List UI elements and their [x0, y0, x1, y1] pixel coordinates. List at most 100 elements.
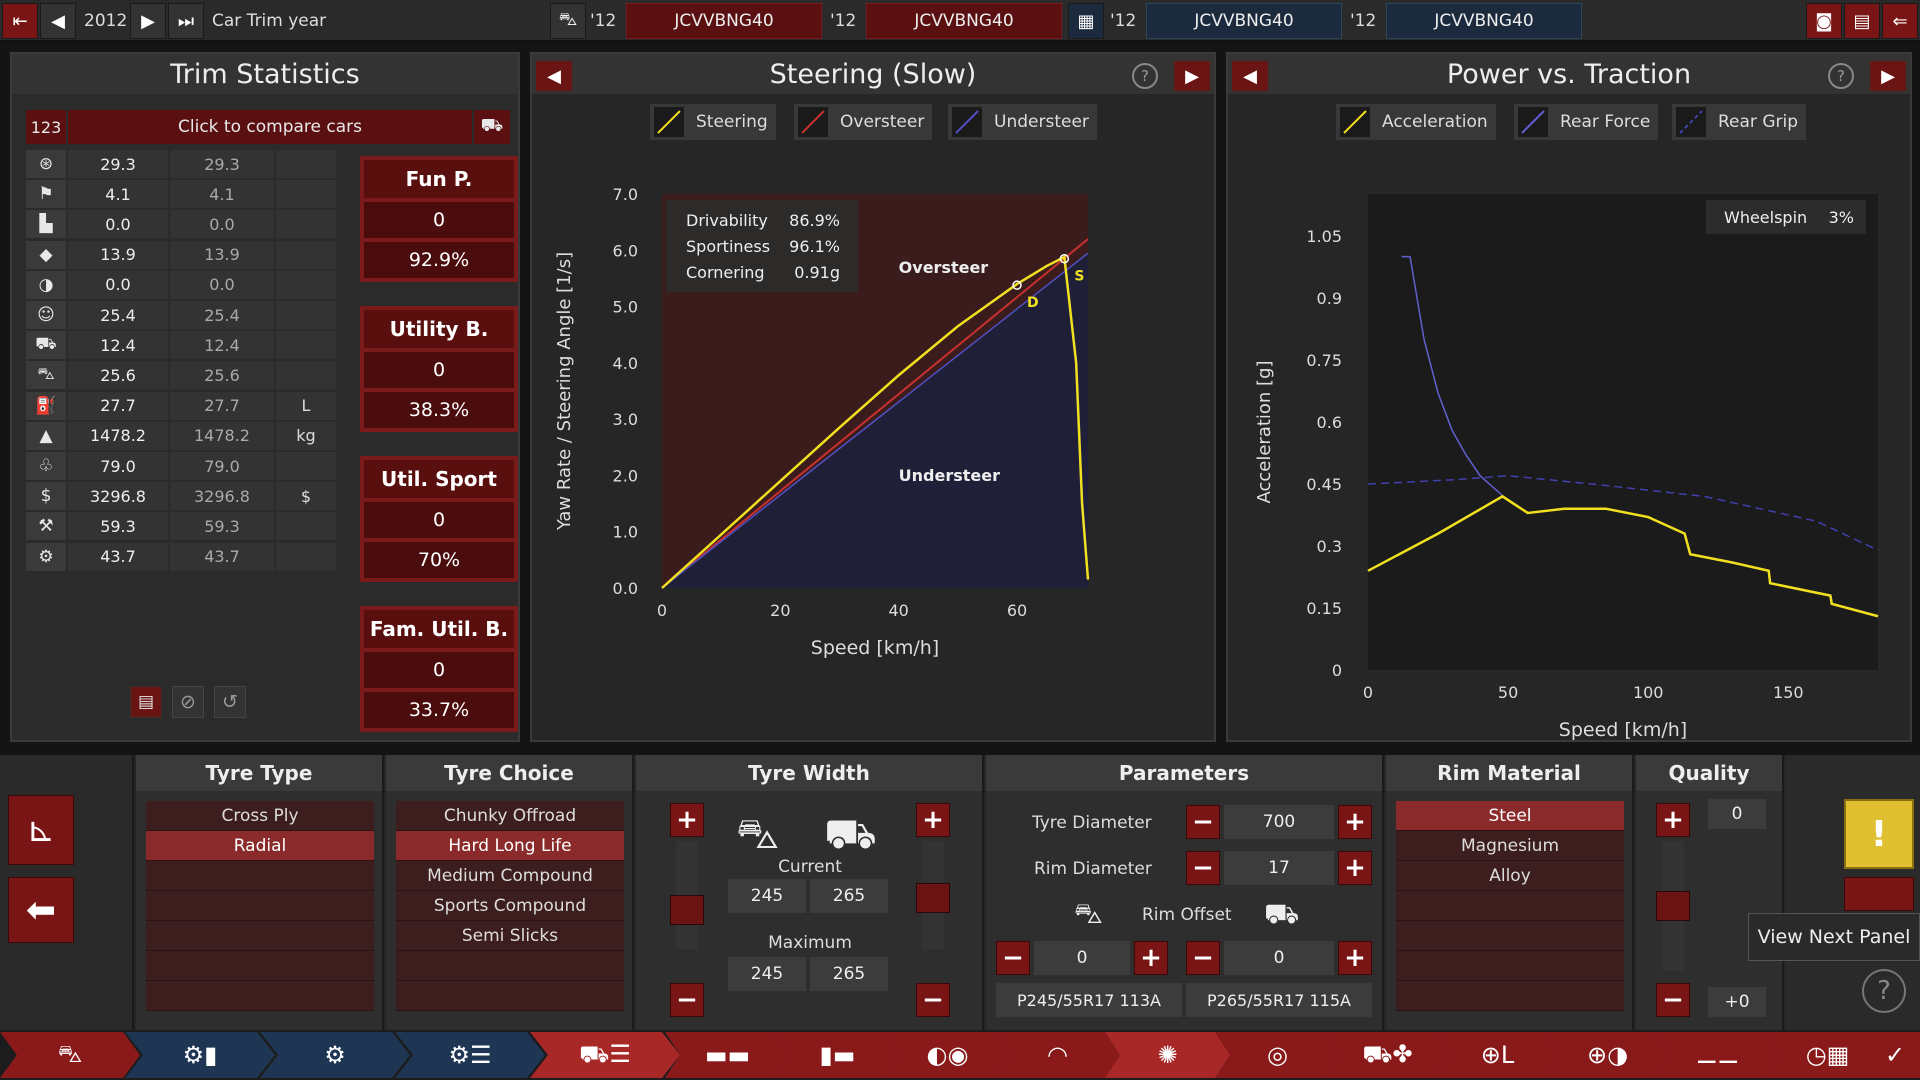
tab-finish-icon[interactable]: ✓ [1860, 1032, 1920, 1078]
next-panel-arrow-icon[interactable]: ▶ [1174, 61, 1210, 91]
front-offset-plus-button[interactable]: + [1134, 941, 1168, 975]
tab-suspension-icon[interactable]: ⊕L [1435, 1032, 1560, 1078]
list-item[interactable]: Chunky Offroad [396, 801, 624, 831]
next-panel-arrow-icon[interactable]: ▶ [1870, 61, 1906, 91]
camera-icon[interactable]: ◙ [1806, 3, 1842, 39]
next-year-button[interactable]: ▶ [130, 3, 166, 39]
reset-icon[interactable]: ↺ [214, 686, 246, 718]
back-arrow-icon[interactable]: ⇐ [1882, 3, 1918, 39]
next-panel-button[interactable] [1844, 877, 1914, 911]
stat-unit: L [276, 391, 336, 420]
rear-width-slider[interactable] [916, 841, 950, 949]
tyre-diameter-value[interactable]: 700 [1224, 805, 1334, 839]
legend-label: Rear Grip [1718, 112, 1798, 132]
legend-rear-grip[interactable]: Rear Grip [1672, 104, 1806, 140]
y-tick-label: 3.0 [613, 410, 638, 429]
rear-offset-plus-button[interactable]: + [1338, 941, 1372, 975]
tab-car-body-icon[interactable]: ⛍ [0, 1032, 140, 1078]
tab-drivetrain-icon[interactable]: ⊕◑ [1545, 1032, 1670, 1078]
tab-exhaust-icon[interactable]: ⚊⚊ [1655, 1032, 1780, 1078]
tab-wheels-icon[interactable]: ✺ [1105, 1032, 1230, 1078]
stat-unit [276, 180, 336, 209]
stat-value: 12.4 [68, 331, 168, 360]
prev-panel-arrow-icon[interactable]: ◀ [536, 61, 572, 91]
legend-rear-force[interactable]: Rear Force [1514, 104, 1659, 140]
car-select-icon[interactable]: ⛟ [474, 110, 510, 144]
rim-diameter-minus-button[interactable]: − [1186, 851, 1220, 885]
compare-slot-1[interactable]: JCVVBNG40 [626, 3, 822, 39]
tab-fixtures-icon[interactable]: ◐◉ [885, 1032, 1010, 1078]
rim-diameter-value[interactable]: 17 [1224, 851, 1334, 885]
rear-width-plus-button[interactable]: + [916, 803, 950, 837]
help-icon[interactable]: ? [1132, 63, 1158, 89]
compare-slot-2[interactable]: JCVVBNG40 [866, 3, 1062, 39]
tab-brakes-icon[interactable]: ◎ [1215, 1032, 1340, 1078]
rear-offset-value[interactable]: 0 [1224, 941, 1334, 975]
notes-icon[interactable]: ▤ [130, 686, 162, 718]
list-item[interactable]: Alloy [1396, 861, 1624, 891]
stat-unit [276, 361, 336, 390]
prev-year-button[interactable]: ◀ [40, 3, 76, 39]
list-item[interactable]: Steel [1396, 801, 1624, 831]
front-width-plus-button[interactable]: + [670, 803, 704, 837]
list-item[interactable]: Semi Slicks [396, 921, 624, 951]
right-tools: ! ? [1786, 755, 1920, 1030]
compare-slot-4[interactable]: JCVVBNG40 [1386, 3, 1582, 39]
quality-minus-button[interactable]: − [1656, 983, 1690, 1017]
stat-unit [276, 301, 336, 329]
legend-oversteer[interactable]: Oversteer [794, 104, 933, 140]
legend-steering[interactable]: Steering [650, 104, 776, 140]
tab-aero-icon[interactable]: ⛟✤ [1325, 1032, 1450, 1078]
fast-forward-year-button[interactable]: ⏭ [168, 3, 204, 39]
list-item[interactable]: Sports Compound [396, 891, 624, 921]
legend-understeer[interactable]: Understeer [948, 104, 1097, 140]
stat-compare-value: 12.4 [170, 331, 274, 360]
tab-body-frame-icon[interactable]: ▮▬ [775, 1032, 900, 1078]
exit-back-icon[interactable]: ⇤ [2, 3, 38, 39]
list-item[interactable]: Cross Ply [146, 801, 374, 831]
help-icon[interactable]: ? [1862, 969, 1906, 1013]
legend-acceleration[interactable]: Acceleration [1336, 104, 1496, 140]
tab-chassis-icon[interactable]: ▬▬ [665, 1032, 790, 1078]
front-offset-value[interactable]: 0 [1034, 941, 1130, 975]
tyre-diameter-minus-button[interactable]: − [1186, 805, 1220, 839]
compare-slot-3[interactable]: JCVVBNG40 [1146, 3, 1342, 39]
section-title: Quality [1636, 755, 1782, 791]
tyre-diameter-plus-button[interactable]: + [1338, 805, 1372, 839]
compare-cars-button[interactable]: Click to compare cars [68, 110, 472, 144]
tab-interior-icon[interactable]: ◠ [995, 1032, 1120, 1078]
slider-handle[interactable] [670, 895, 704, 925]
calculator-icon[interactable]: ▤ [1844, 3, 1880, 39]
tab-trim-icon[interactable]: ⛟☰ [530, 1032, 680, 1078]
rear-width-minus-button[interactable]: − [916, 983, 950, 1017]
front-offset-minus-button[interactable]: − [996, 941, 1030, 975]
slider-handle[interactable] [1656, 891, 1690, 921]
tab-engine-parts-icon[interactable]: ⚙ [260, 1032, 410, 1078]
front-width-minus-button[interactable]: − [670, 983, 704, 1017]
car-compare-icon[interactable]: ⛍ [550, 3, 586, 39]
rim-offset-label: Rim Offset [1142, 905, 1232, 925]
list-item[interactable]: Magnesium [1396, 831, 1624, 861]
legend-swatch [1340, 107, 1370, 137]
tab-engine-family-icon[interactable]: ⚙▮ [125, 1032, 275, 1078]
score-percent: 33.7% [364, 692, 514, 728]
prev-panel-arrow-icon[interactable]: ◀ [1232, 61, 1268, 91]
list-item[interactable]: Radial [146, 831, 374, 861]
back-arrow-button[interactable]: ⬅ [8, 877, 74, 943]
rim-diameter-plus-button[interactable]: + [1338, 851, 1372, 885]
quality-slider[interactable] [1656, 841, 1690, 971]
list-item[interactable]: Hard Long Life [396, 831, 624, 861]
clear-icon[interactable]: ⊘ [172, 686, 204, 718]
stat-unit [276, 150, 336, 178]
help-icon[interactable]: ? [1828, 63, 1854, 89]
warning-icon[interactable]: ! [1844, 799, 1914, 869]
stage-tab-bar: ⛍ ⚙▮ ⚙ ⚙☰ ⛟☰ ▬▬ ▮▬ ◐◉ ◠ ✺ ◎ ⛟✤ ⊕L ⊕◑ ⚊⚊ … [0, 1030, 1920, 1080]
tab-engine-tuning-icon[interactable]: ⚙☰ [395, 1032, 545, 1078]
chart-axes-icon[interactable]: ⊾ [8, 795, 74, 865]
x-tick-label: 100 [1633, 683, 1664, 702]
rear-offset-minus-button[interactable]: − [1186, 941, 1220, 975]
slider-handle[interactable] [916, 883, 950, 913]
list-item[interactable]: Medium Compound [396, 861, 624, 891]
quality-plus-button[interactable]: + [1656, 803, 1690, 837]
engine-compare-icon[interactable]: ▦ [1068, 3, 1104, 39]
